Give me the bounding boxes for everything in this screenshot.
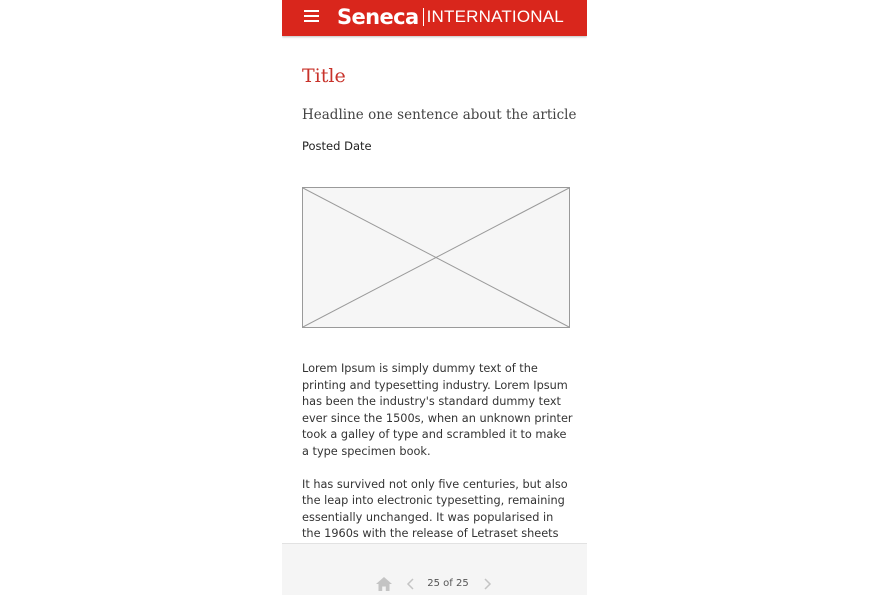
chevron-right-icon[interactable] [482,578,492,590]
article-paragraph-2: It has survived not only five centuries,… [302,477,568,541]
app-screen: Seneca INTERNATIONAL Title Headline one … [282,0,587,595]
image-placeholder [302,187,570,328]
article-body: Lorem Ipsum is simply dummy text of the … [302,361,574,559]
article-headline: Headline one sentence about the article [302,107,577,123]
logo-wordmark: Seneca [337,5,419,29]
article-title: Title [302,65,346,87]
top-app-bar: Seneca INTERNATIONAL [282,0,587,36]
pagination-footer: 25 of 25 [282,543,587,595]
article-paragraph-1: Lorem Ipsum is simply dummy text of the … [302,362,573,458]
page-indicator: 25 of 25 [427,578,469,589]
hamburger-menu-icon[interactable] [304,10,319,22]
posted-date: Posted Date [302,139,372,153]
logo-separator [422,8,424,26]
logo-subtitle: INTERNATIONAL [426,7,564,26]
home-icon[interactable] [375,576,393,592]
seneca-logo[interactable]: Seneca INTERNATIONAL [337,2,564,32]
image-placeholder-icon [303,188,569,327]
chevron-left-icon[interactable] [406,578,416,590]
